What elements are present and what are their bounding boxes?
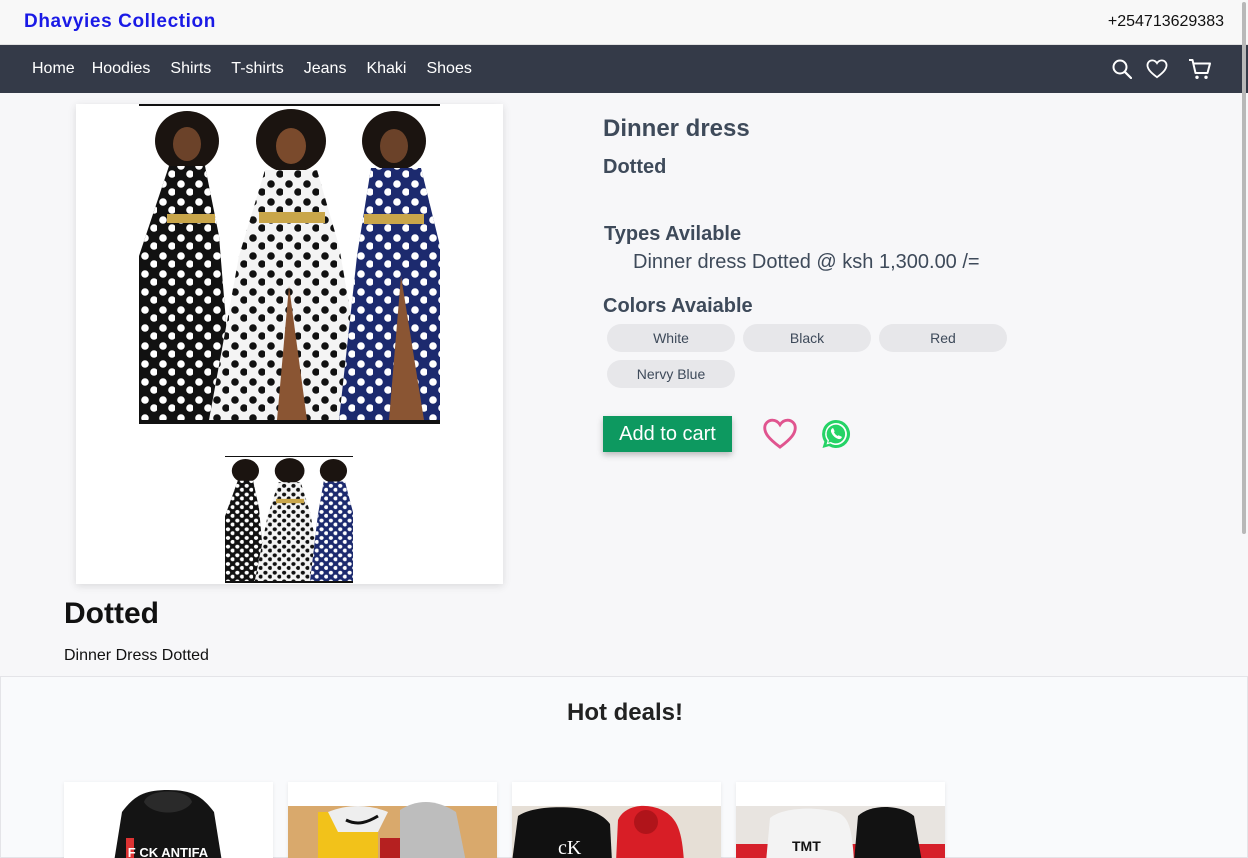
- nav-link-shoes[interactable]: Shoes: [426, 60, 471, 78]
- nav-icons: [1098, 45, 1212, 93]
- types-value: Dinner dress Dotted @ ksh 1,300.00 /=: [633, 251, 980, 273]
- product-actions: Add to cart: [603, 416, 852, 452]
- whatsapp-icon[interactable]: [820, 418, 852, 450]
- phone-number[interactable]: +254713629383: [1108, 13, 1224, 31]
- color-option-white[interactable]: White: [607, 324, 735, 352]
- ck-hoodies-image: cK: [512, 782, 721, 858]
- dress-thumbnail-photo: [225, 458, 353, 581]
- color-option-red[interactable]: Red: [879, 324, 1007, 352]
- top-bar: Dhavyies Collection +254713629383: [0, 0, 1248, 45]
- scrollbar-thumb[interactable]: [1242, 2, 1246, 534]
- deal-card-2[interactable]: [288, 782, 497, 858]
- nav-link-home[interactable]: Home: [32, 60, 75, 78]
- color-option-nervy-blue[interactable]: Nervy Blue: [607, 360, 735, 388]
- black-hoodie-image: F CK ANTIFA: [64, 782, 273, 858]
- dress-photo: [139, 109, 440, 420]
- color-options: White Black Red Nervy Blue: [607, 324, 1027, 396]
- nav-link-jeans[interactable]: Jeans: [304, 60, 347, 78]
- wishlist-heart-icon[interactable]: [762, 418, 798, 450]
- types-heading: Types Avilable: [604, 223, 742, 245]
- deal-card-1[interactable]: F CK ANTIFA: [64, 782, 273, 858]
- product-title: Dinner dress: [603, 115, 750, 142]
- cart-icon[interactable]: [1188, 58, 1212, 80]
- hoodie-print-text: F CK ANTIFA: [128, 845, 209, 858]
- ck-logo-text: cK: [558, 837, 582, 858]
- description-title: Dotted: [64, 597, 159, 630]
- product-main-image[interactable]: [139, 104, 440, 424]
- color-option-black[interactable]: Black: [743, 324, 871, 352]
- nav-link-shirts[interactable]: Shirts: [170, 60, 211, 78]
- tmt-hoodies-image: TMT: [736, 782, 945, 858]
- colors-heading: Colors Avaiable: [603, 295, 753, 317]
- product-gallery: [76, 104, 503, 584]
- sweatsuit-image: [288, 782, 497, 858]
- main-navbar: Home Hoodies Shirts T-shirts Jeans Khaki…: [0, 45, 1248, 93]
- hot-deals-section: Hot deals! F CK ANTIFA cK TMT: [0, 676, 1248, 858]
- nav-link-khaki[interactable]: Khaki: [366, 60, 406, 78]
- product-thumbnail[interactable]: [225, 456, 353, 583]
- product-info: Dinner dress Dotted Types Avilable Dinne…: [603, 115, 1163, 452]
- tmt-logo-text: TMT: [792, 838, 821, 854]
- brand-logo[interactable]: Dhavyies Collection: [24, 11, 216, 33]
- description-text: Dinner Dress Dotted: [64, 647, 209, 664]
- add-to-cart-button[interactable]: Add to cart: [603, 416, 732, 452]
- heart-icon[interactable]: [1146, 59, 1168, 79]
- hot-deals-title: Hot deals!: [566, 699, 683, 726]
- nav-link-hoodies[interactable]: Hoodies: [92, 60, 151, 78]
- deal-card-4[interactable]: TMT: [736, 782, 945, 858]
- deal-card-3[interactable]: cK: [512, 782, 721, 858]
- search-icon[interactable]: [1112, 59, 1132, 79]
- nav-link-tshirts[interactable]: T-shirts: [231, 60, 283, 78]
- product-subtitle: Dotted: [603, 156, 667, 178]
- nav-links: Home Hoodies Shirts T-shirts Jeans Khaki…: [32, 45, 492, 93]
